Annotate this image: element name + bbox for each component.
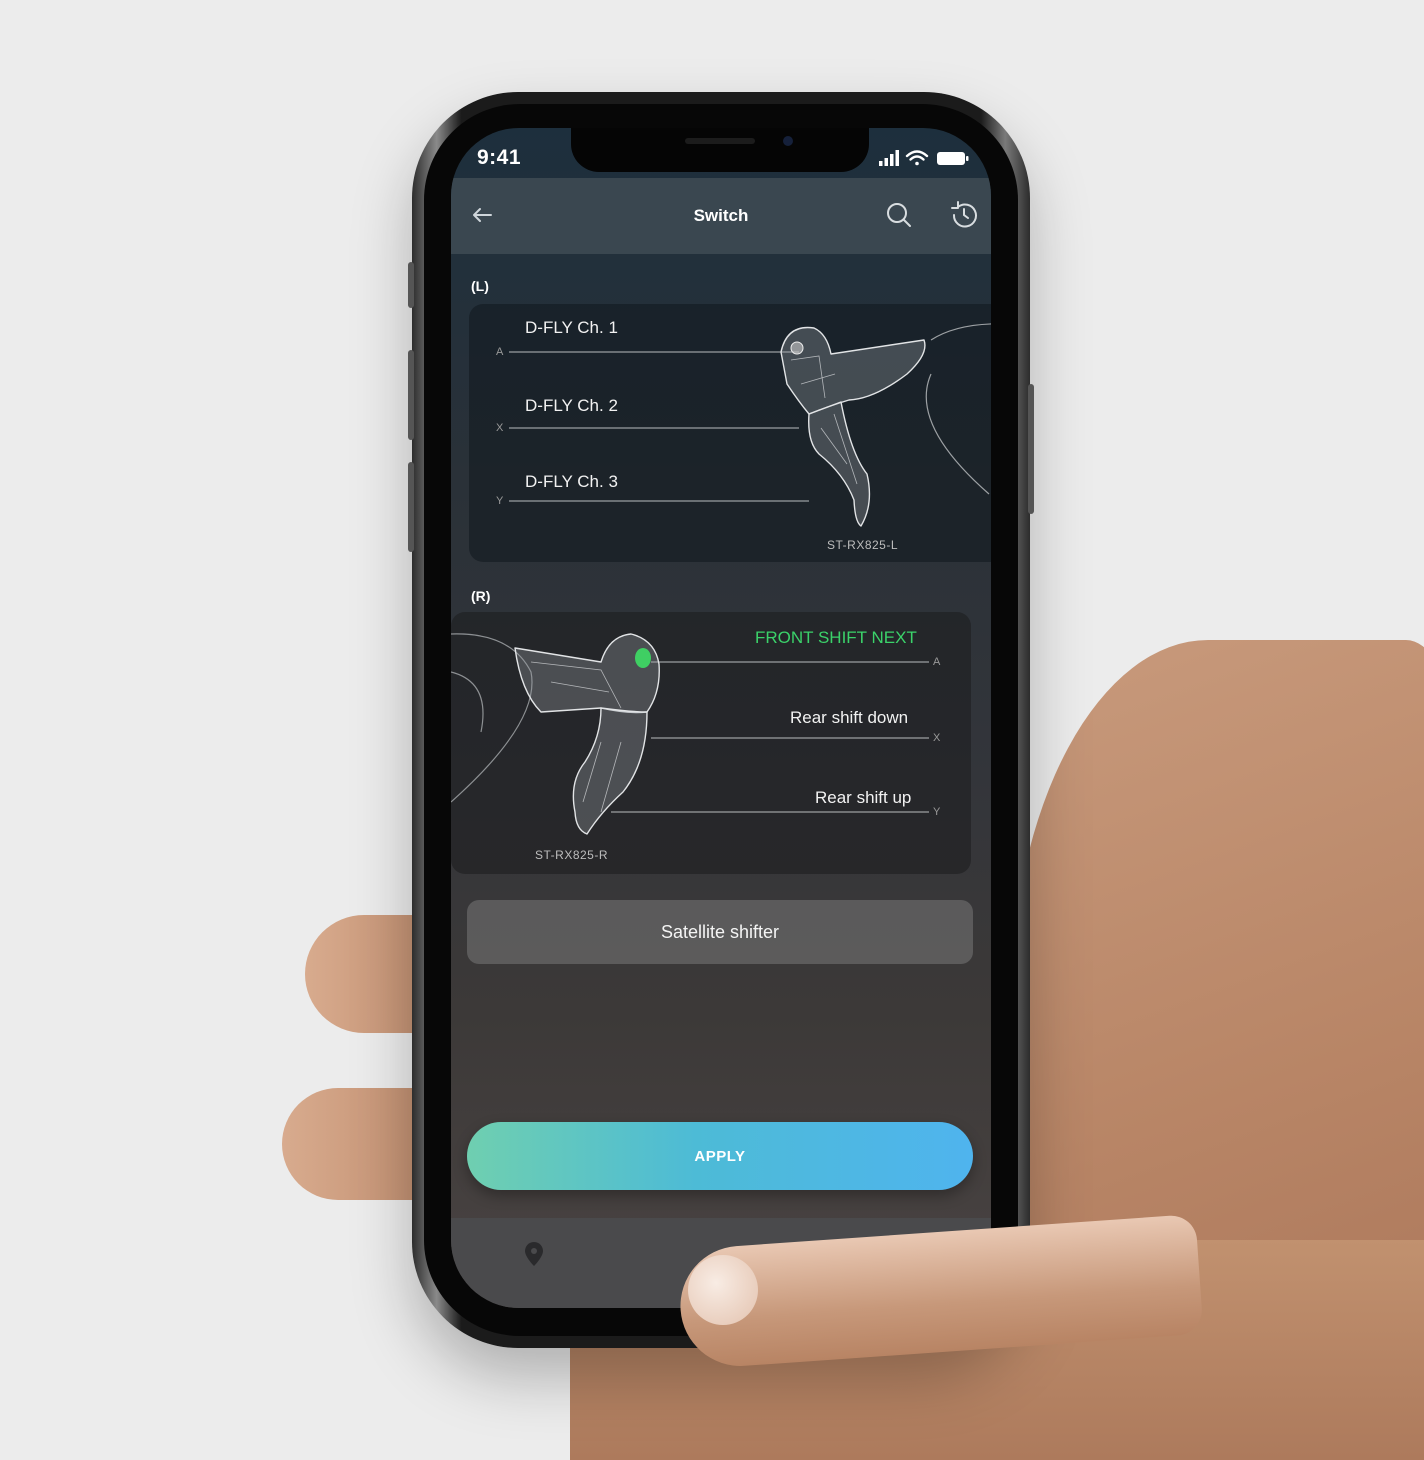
right-key-a: A <box>933 656 941 668</box>
search-icon[interactable] <box>882 198 916 232</box>
left-key-x: X <box>496 422 504 434</box>
right-lever-diagram <box>451 633 929 835</box>
camera <box>783 136 793 146</box>
highlight-button-indicator <box>635 648 651 668</box>
left-key-y: Y <box>496 495 504 507</box>
volume-button-3 <box>408 462 414 552</box>
right-label-x: Rear shift down <box>790 708 909 727</box>
right-key-x: X <box>933 732 941 744</box>
wifi-icon <box>905 150 929 166</box>
volume-button-1 <box>408 262 414 308</box>
notch <box>571 128 869 172</box>
right-model-label: ST-RX825-R <box>535 848 609 862</box>
left-label-x: D-FLY Ch. 2 <box>525 396 618 415</box>
location-pin-icon[interactable] <box>522 1240 546 1270</box>
satellite-shifter-button[interactable]: Satellite shifter <box>467 900 973 964</box>
right-lever-card: FRONT SHIFT NEXT A Rear shift down X Rea… <box>451 612 971 874</box>
left-lever-card: A D-FLY Ch. 1 X D-FLY Ch. 2 Y D-FLY Ch. … <box>469 304 991 562</box>
thumb-nail <box>688 1255 758 1325</box>
left-label-y: D-FLY Ch. 3 <box>525 472 618 491</box>
phone-screen: 9:41 Switch (L) A D-FLY Ch. 1 X D-FLY Ch… <box>451 128 991 1308</box>
status-icons <box>879 150 969 166</box>
right-label-y: Rear shift up <box>815 788 912 807</box>
left-key-a: A <box>496 346 504 358</box>
left-label-a: D-FLY Ch. 1 <box>525 318 618 337</box>
right-key-y: Y <box>933 806 941 818</box>
speaker <box>685 138 755 144</box>
left-lever-outline <box>780 326 926 527</box>
status-time: 9:41 <box>477 146 522 169</box>
left-model-label: ST-RX825-L <box>827 538 899 552</box>
history-icon[interactable] <box>947 198 981 232</box>
left-section-label: (L) <box>471 278 489 294</box>
power-button <box>1028 384 1034 514</box>
battery-icon <box>937 152 969 165</box>
right-section-label: (R) <box>471 588 491 604</box>
right-label-a: FRONT SHIFT NEXT <box>755 628 917 647</box>
left-lever-diagram <box>509 323 991 527</box>
volume-button-2 <box>408 350 414 440</box>
apply-button[interactable]: APPLY <box>467 1122 973 1190</box>
signal-icon <box>879 150 899 166</box>
